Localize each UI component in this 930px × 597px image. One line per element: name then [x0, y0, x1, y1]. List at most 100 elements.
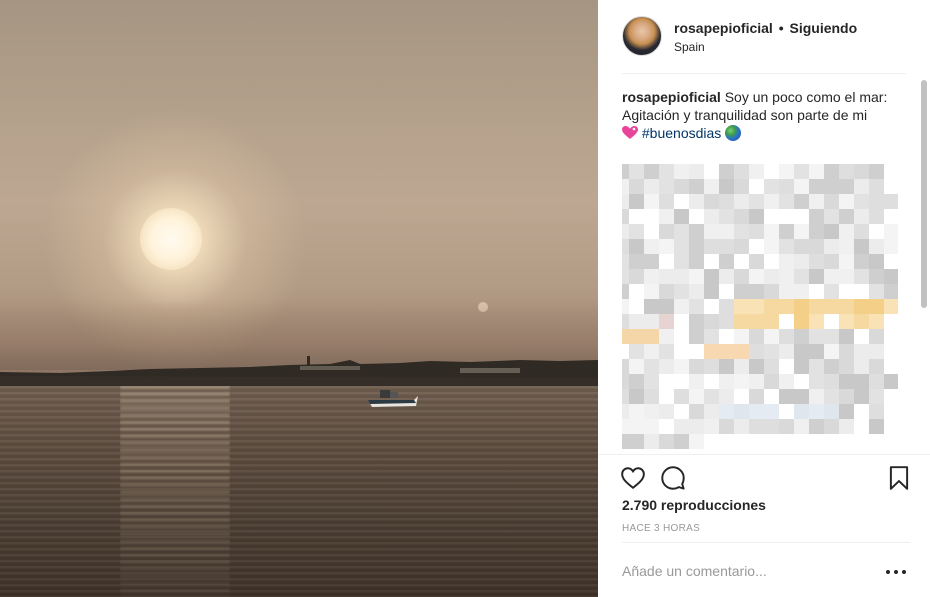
mosaic-cell	[689, 269, 704, 284]
mosaic-cell	[622, 299, 629, 314]
mosaic-cell	[809, 404, 824, 419]
mosaic-cell	[854, 329, 869, 344]
mosaic-cell	[734, 224, 749, 239]
mosaic-cell	[884, 299, 898, 314]
mosaic-cell	[644, 404, 659, 419]
mosaic-cell	[749, 239, 764, 254]
mosaic-cell	[854, 224, 869, 239]
mosaic-cell	[704, 224, 719, 239]
bookmark-icon[interactable]	[886, 465, 914, 493]
mosaic-cell	[854, 344, 869, 359]
mosaic-cell	[644, 224, 659, 239]
mosaic-cell	[659, 239, 674, 254]
following-button[interactable]: Siguiendo	[790, 20, 858, 36]
mosaic-cell	[839, 419, 854, 434]
mosaic-cell	[689, 284, 704, 299]
mosaic-cell	[779, 254, 794, 269]
post-video[interactable]	[0, 0, 598, 597]
mosaic-cell	[644, 254, 659, 269]
mosaic-cell	[824, 419, 839, 434]
blurred-comments	[622, 164, 898, 449]
mosaic-cell	[644, 389, 659, 404]
mosaic-cell	[644, 239, 659, 254]
mosaic-cell	[854, 374, 869, 389]
mosaic-cell	[734, 194, 749, 209]
mosaic-cell	[719, 374, 734, 389]
mosaic-cell	[689, 434, 704, 449]
mosaic-cell	[884, 224, 898, 239]
sun	[140, 208, 202, 270]
mosaic-cell	[689, 239, 704, 254]
mosaic-cell	[854, 299, 869, 314]
mosaic-cell	[719, 194, 734, 209]
hashtag-link[interactable]: #buenosdias	[642, 125, 721, 141]
mosaic-cell	[719, 269, 734, 284]
mosaic-cell	[779, 359, 794, 374]
mosaic-cell	[629, 194, 644, 209]
comments-list[interactable]: rosapepioficial Soy un poco como el mar:…	[622, 88, 912, 454]
mosaic-cell	[659, 374, 674, 389]
mosaic-cell	[644, 434, 659, 449]
mosaic-cell	[674, 374, 689, 389]
post-timestamp[interactable]: HACE 3 HORAS	[622, 523, 700, 534]
mosaic-cell	[839, 374, 854, 389]
sparkling-heart-icon	[622, 126, 638, 140]
avatar[interactable]	[622, 16, 662, 56]
mosaic-cell	[854, 314, 869, 329]
location-link[interactable]: Spain	[674, 40, 705, 54]
mosaic-cell	[674, 404, 689, 419]
mosaic-cell	[659, 254, 674, 269]
more-options-icon[interactable]	[886, 567, 910, 577]
mosaic-cell	[659, 179, 674, 194]
comment-input[interactable]	[622, 559, 862, 583]
mosaic-cell	[809, 314, 824, 329]
mosaic-cell	[719, 389, 734, 404]
header-username[interactable]: rosapepioficial	[674, 20, 773, 36]
mosaic-cell	[674, 164, 689, 179]
mosaic-cell	[659, 359, 674, 374]
mosaic-cell	[809, 209, 824, 224]
speech-bubble-icon[interactable]	[660, 465, 688, 493]
mosaic-cell	[794, 329, 809, 344]
mosaic-cell	[734, 419, 749, 434]
mosaic-cell	[869, 269, 884, 284]
mosaic-cell	[659, 389, 674, 404]
mosaic-cell	[629, 329, 644, 344]
comments-scrollbar[interactable]	[920, 76, 928, 454]
scrollbar-thumb[interactable]	[921, 80, 927, 308]
mosaic-cell	[764, 344, 779, 359]
mosaic-cell	[779, 299, 794, 314]
mosaic-cell	[622, 344, 629, 359]
mosaic-cell	[719, 344, 734, 359]
mosaic-cell	[884, 374, 898, 389]
mosaic-cell	[644, 284, 659, 299]
globe-icon	[725, 125, 742, 141]
mosaic-cell	[734, 359, 749, 374]
mosaic-cell	[734, 284, 749, 299]
mosaic-cell	[622, 269, 629, 284]
mosaic-cell	[869, 254, 884, 269]
mosaic-cell	[674, 209, 689, 224]
mosaic-cell	[734, 209, 749, 224]
mosaic-cell	[869, 239, 884, 254]
mosaic-cell	[854, 404, 869, 419]
mosaic-cell	[622, 164, 629, 179]
mosaic-cell	[644, 374, 659, 389]
mosaic-cell	[674, 239, 689, 254]
mosaic-cell	[674, 329, 689, 344]
mosaic-cell	[779, 389, 794, 404]
mosaic-cell	[644, 269, 659, 284]
mosaic-cell	[824, 239, 839, 254]
heart-outline-icon[interactable]	[620, 465, 648, 493]
caption-username[interactable]: rosapepioficial	[622, 89, 721, 105]
mosaic-cell	[689, 344, 704, 359]
mosaic-cell	[839, 224, 854, 239]
mosaic-cell	[719, 299, 734, 314]
view-count[interactable]: 2.790 reproducciones	[622, 497, 766, 513]
mosaic-cell	[674, 224, 689, 239]
mosaic-cell	[809, 389, 824, 404]
mosaic-cell	[629, 164, 644, 179]
mosaic-cell	[734, 239, 749, 254]
mosaic-cell	[719, 179, 734, 194]
mosaic-cell	[764, 389, 779, 404]
